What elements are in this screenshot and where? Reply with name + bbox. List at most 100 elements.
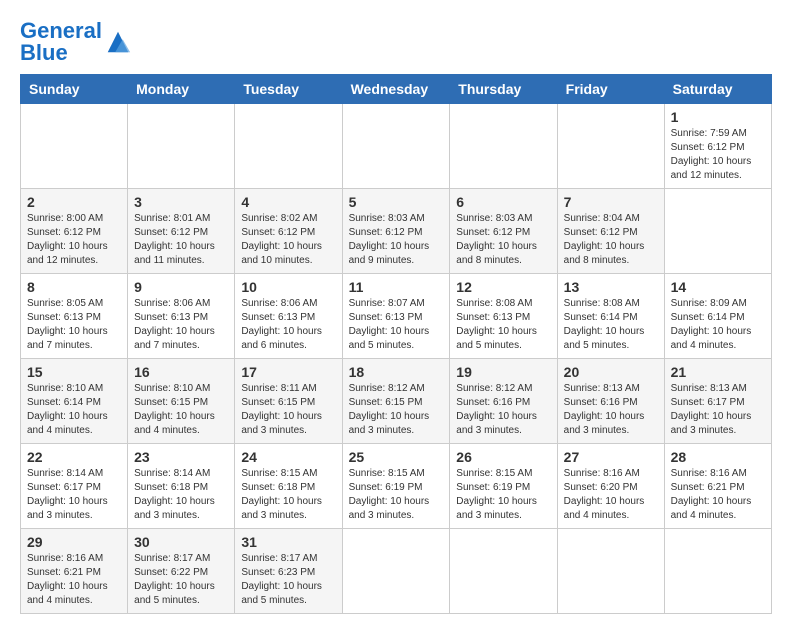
day-info: Sunrise: 8:15 AMSunset: 6:19 PMDaylight:… xyxy=(456,467,550,523)
header-tuesday: Tuesday xyxy=(235,75,342,104)
empty-cell xyxy=(450,104,557,189)
day-info: Sunrise: 8:16 AMSunset: 6:21 PMDaylight:… xyxy=(27,552,121,608)
day-cell-2: 2 Sunrise: 8:00 AMSunset: 6:12 PMDaylight… xyxy=(21,189,128,274)
day-cell-25: 25Sunrise: 8:15 AMSunset: 6:19 PMDayligh… xyxy=(342,444,450,529)
day-num: 5 xyxy=(349,194,444,210)
page-header: General Blue xyxy=(20,20,772,64)
day-info: Sunrise: 8:07 AMSunset: 6:13 PMDaylight:… xyxy=(349,297,444,353)
day-info: Sunrise: 8:06 AMSunset: 6:13 PMDaylight:… xyxy=(134,297,228,353)
day-cell-23: 23 Sunrise: 8:14 AMSunset: 6:18 PMDayligh… xyxy=(128,444,235,529)
day-num: 13 xyxy=(564,279,658,295)
day-cell-30: 30 Sunrise: 8:17 AMSunset: 6:22 PMDayligh… xyxy=(128,529,235,614)
day-info: Sunrise: 8:00 AMSunset: 6:12 PMDaylight:… xyxy=(27,212,121,268)
day-info: Sunrise: 8:09 AMSunset: 6:14 PMDaylight:… xyxy=(671,297,765,353)
day-cell-15: 15 Sunrise: 8:10 AMSunset: 6:14 PMDayligh… xyxy=(21,359,128,444)
day-cell-18: 18 Sunrise: 8:12 AMSunset: 6:15 PMDayligh… xyxy=(342,359,450,444)
day-num: 6 xyxy=(456,194,550,210)
day-info: Sunrise: 8:13 AMSunset: 6:16 PMDaylight:… xyxy=(564,382,658,438)
day-info: Sunrise: 8:11 AMSunset: 6:15 PMDaylight:… xyxy=(241,382,335,438)
day-cell-1: 1Sunrise: 7:59 AMSunset: 6:12 PMDaylight… xyxy=(664,104,771,189)
day-num: 9 xyxy=(134,279,228,295)
day-cell-19: 19 Sunrise: 8:12 AMSunset: 6:16 PMDayligh… xyxy=(450,359,557,444)
day-info: Sunrise: 8:15 AMSunset: 6:19 PMDaylight:… xyxy=(349,467,444,523)
calendar-week-1: 2 Sunrise: 8:00 AMSunset: 6:12 PMDaylight… xyxy=(21,189,772,274)
day-cell-3: 3Sunrise: 8:01 AMSunset: 6:12 PMDaylight… xyxy=(128,189,235,274)
day-cell-6: 6 Sunrise: 8:03 AMSunset: 6:12 PMDaylight… xyxy=(450,189,557,274)
empty-cell xyxy=(235,104,342,189)
day-cell-29: 29 Sunrise: 8:16 AMSunset: 6:21 PMDayligh… xyxy=(21,529,128,614)
calendar-week-3: 15 Sunrise: 8:10 AMSunset: 6:14 PMDayligh… xyxy=(21,359,772,444)
day-num: 7 xyxy=(564,194,658,210)
day-cell-27: 27 Sunrise: 8:16 AMSunset: 6:20 PMDayligh… xyxy=(557,444,664,529)
day-cell-10: 10 Sunrise: 8:06 AMSunset: 6:13 PMDayligh… xyxy=(235,274,342,359)
day-info: Sunrise: 8:14 AMSunset: 6:17 PMDaylight:… xyxy=(27,467,121,523)
day-cell-17: 17 Sunrise: 8:11 AMSunset: 6:15 PMDayligh… xyxy=(235,359,342,444)
day-info: Sunrise: 8:12 AMSunset: 6:16 PMDaylight:… xyxy=(456,382,550,438)
day-num: 24 xyxy=(241,449,335,465)
day-info: Sunrise: 8:17 AMSunset: 6:23 PMDaylight:… xyxy=(241,552,335,608)
day-info: Sunrise: 8:17 AMSunset: 6:22 PMDaylight:… xyxy=(134,552,228,608)
logo-text: General Blue xyxy=(20,20,102,64)
day-num: 31 xyxy=(241,534,335,550)
day-info: Sunrise: 8:10 AMSunset: 6:14 PMDaylight:… xyxy=(27,382,121,438)
day-num: 27 xyxy=(564,449,658,465)
day-cell-22: 22 Sunrise: 8:14 AMSunset: 6:17 PMDayligh… xyxy=(21,444,128,529)
calendar-table: SundayMondayTuesdayWednesdayThursdayFrid… xyxy=(20,74,772,614)
header-friday: Friday xyxy=(557,75,664,104)
day-info: Sunrise: 8:12 AMSunset: 6:15 PMDaylight:… xyxy=(349,382,444,438)
day-cell-13: 13Sunrise: 8:08 AMSunset: 6:14 PMDayligh… xyxy=(557,274,664,359)
empty-cell xyxy=(557,104,664,189)
day-cell-5: 5 Sunrise: 8:03 AMSunset: 6:12 PMDaylight… xyxy=(342,189,450,274)
day-info: Sunrise: 8:03 AMSunset: 6:12 PMDaylight:… xyxy=(456,212,550,268)
empty-cell xyxy=(342,104,450,189)
day-info: Sunrise: 7:59 AMSunset: 6:12 PMDaylight:… xyxy=(671,127,765,183)
day-info: Sunrise: 8:16 AMSunset: 6:21 PMDaylight:… xyxy=(671,467,765,523)
day-num: 18 xyxy=(349,364,444,380)
day-num: 10 xyxy=(241,279,335,295)
logo-icon xyxy=(104,28,132,56)
day-info: Sunrise: 8:15 AMSunset: 6:18 PMDaylight:… xyxy=(241,467,335,523)
day-num: 30 xyxy=(134,534,228,550)
day-num: 23 xyxy=(134,449,228,465)
day-info: Sunrise: 8:13 AMSunset: 6:17 PMDaylight:… xyxy=(671,382,765,438)
day-cell-11: 11Sunrise: 8:07 AMSunset: 6:13 PMDayligh… xyxy=(342,274,450,359)
empty-cell xyxy=(450,529,557,614)
day-info: Sunrise: 8:05 AMSunset: 6:13 PMDaylight:… xyxy=(27,297,121,353)
day-num: 15 xyxy=(27,364,121,380)
calendar-week-0: 1Sunrise: 7:59 AMSunset: 6:12 PMDaylight… xyxy=(21,104,772,189)
day-info: Sunrise: 8:01 AMSunset: 6:12 PMDaylight:… xyxy=(134,212,228,268)
day-num: 8 xyxy=(27,279,121,295)
day-cell-16: 16Sunrise: 8:10 AMSunset: 6:15 PMDayligh… xyxy=(128,359,235,444)
day-cell-28: 28 Sunrise: 8:16 AMSunset: 6:21 PMDayligh… xyxy=(664,444,771,529)
calendar-week-2: 8 Sunrise: 8:05 AMSunset: 6:13 PMDaylight… xyxy=(21,274,772,359)
day-info: Sunrise: 8:03 AMSunset: 6:12 PMDaylight:… xyxy=(349,212,444,268)
day-num: 2 xyxy=(27,194,121,210)
day-cell-20: 20 Sunrise: 8:13 AMSunset: 6:16 PMDayligh… xyxy=(557,359,664,444)
calendar-week-4: 22 Sunrise: 8:14 AMSunset: 6:17 PMDayligh… xyxy=(21,444,772,529)
day-info: Sunrise: 8:06 AMSunset: 6:13 PMDaylight:… xyxy=(241,297,335,353)
day-num: 28 xyxy=(671,449,765,465)
day-num: 4 xyxy=(241,194,335,210)
header-wednesday: Wednesday xyxy=(342,75,450,104)
header-monday: Monday xyxy=(128,75,235,104)
day-cell-14: 14Sunrise: 8:09 AMSunset: 6:14 PMDayligh… xyxy=(664,274,771,359)
day-num: 17 xyxy=(241,364,335,380)
day-info: Sunrise: 8:16 AMSunset: 6:20 PMDaylight:… xyxy=(564,467,658,523)
calendar-header-row: SundayMondayTuesdayWednesdayThursdayFrid… xyxy=(21,75,772,104)
day-num: 26 xyxy=(456,449,550,465)
header-saturday: Saturday xyxy=(664,75,771,104)
empty-cell xyxy=(664,189,771,274)
day-info: Sunrise: 8:08 AMSunset: 6:13 PMDaylight:… xyxy=(456,297,550,353)
day-num: 19 xyxy=(456,364,550,380)
day-cell-8: 8 Sunrise: 8:05 AMSunset: 6:13 PMDaylight… xyxy=(21,274,128,359)
day-cell-26: 26 Sunrise: 8:15 AMSunset: 6:19 PMDayligh… xyxy=(450,444,557,529)
day-num: 12 xyxy=(456,279,550,295)
day-num: 22 xyxy=(27,449,121,465)
empty-cell xyxy=(342,529,450,614)
day-cell-7: 7Sunrise: 8:04 AMSunset: 6:12 PMDaylight… xyxy=(557,189,664,274)
empty-cell xyxy=(128,104,235,189)
day-num: 29 xyxy=(27,534,121,550)
day-info: Sunrise: 8:14 AMSunset: 6:18 PMDaylight:… xyxy=(134,467,228,523)
day-cell-12: 12 Sunrise: 8:08 AMSunset: 6:13 PMDayligh… xyxy=(450,274,557,359)
day-num: 20 xyxy=(564,364,658,380)
